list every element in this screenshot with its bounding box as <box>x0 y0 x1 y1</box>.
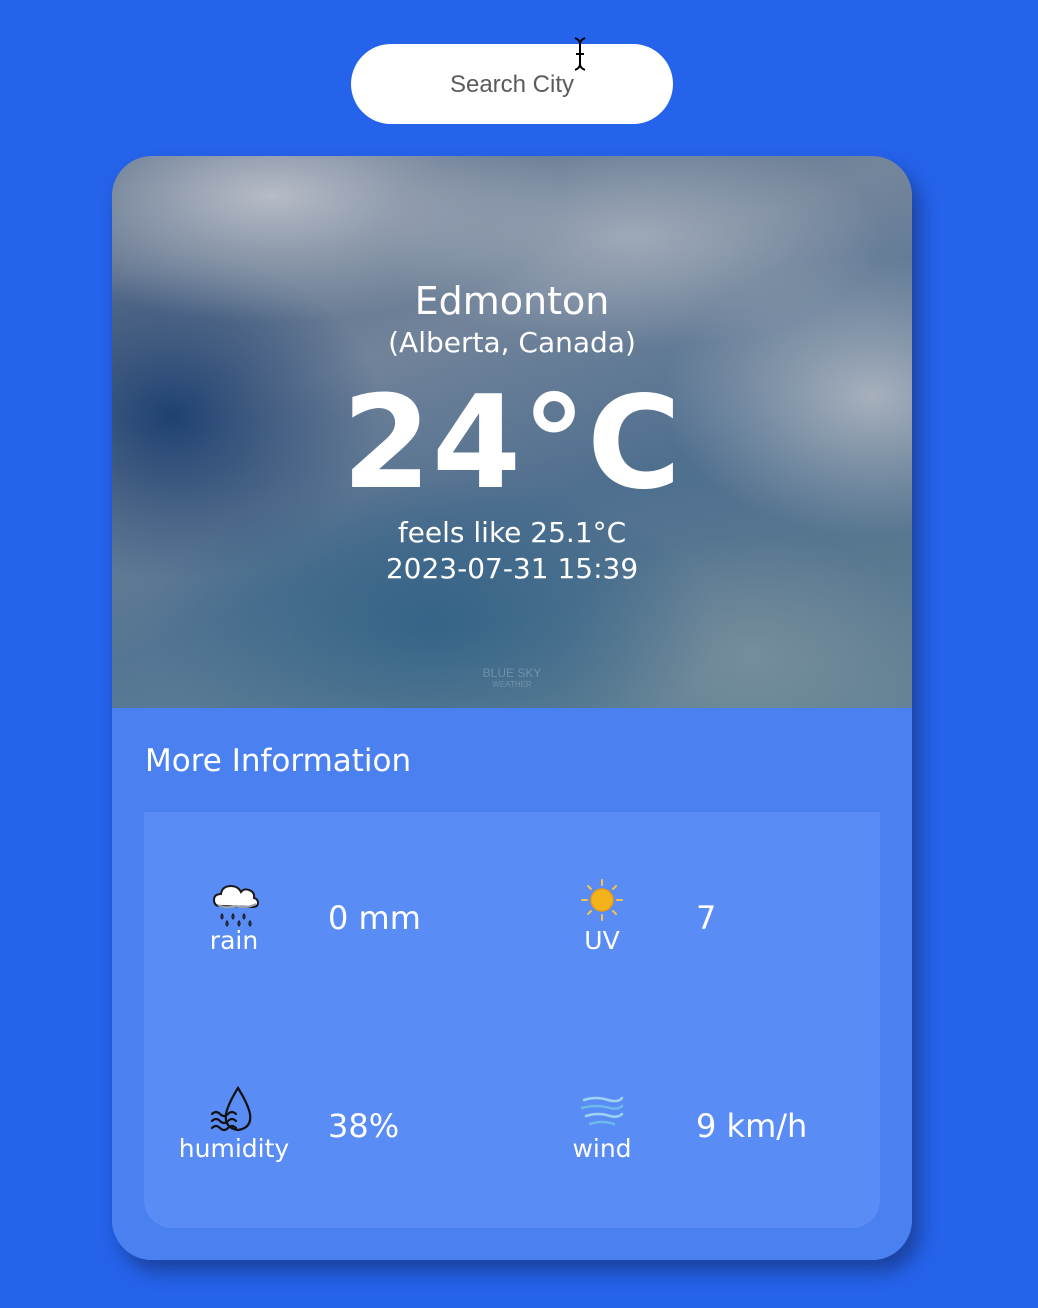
metric-humidity-label: humidity <box>178 1134 290 1163</box>
region-name: (Alberta, Canada) <box>388 326 636 359</box>
water-drop-icon <box>210 1085 252 1132</box>
wind-icon <box>580 1096 624 1126</box>
metric-wind-value: 9 km/h <box>696 1107 808 1145</box>
metric-uv: UV 7 <box>512 876 872 976</box>
more-information-title: More Information <box>145 743 412 779</box>
metric-rain: rain 0 mm <box>144 876 504 976</box>
current-temperature: 24°C <box>341 369 683 518</box>
hero-watermark: BLUE SKY WEATHER <box>462 666 562 689</box>
metrics-panel: rain 0 mm UV 7 humidity 38% wind 9 km/h <box>144 812 880 1228</box>
weather-card: Edmonton (Alberta, Canada) 24°C feels li… <box>112 156 912 1260</box>
observation-datetime: 2023-07-31 15:39 <box>385 552 639 585</box>
rain-cloud-icon <box>212 884 260 927</box>
text-cursor-icon <box>574 37 586 71</box>
metric-rain-value: 0 mm <box>328 899 421 937</box>
search-input[interactable] <box>351 44 673 124</box>
feels-like-temperature: feels like 25.1°C <box>397 516 627 549</box>
city-name: Edmonton <box>414 279 610 323</box>
metric-wind-label: wind <box>572 1134 632 1163</box>
metric-uv-value: 7 <box>696 899 717 937</box>
metric-rain-label: rain <box>209 926 259 955</box>
metric-uv-label: UV <box>584 926 620 955</box>
metric-wind: wind 9 km/h <box>512 1084 872 1184</box>
search-bar[interactable] <box>351 44 673 124</box>
hero-watermark-line-2: WEATHER <box>492 680 532 689</box>
sun-icon <box>581 879 623 921</box>
more-information-section: More Information rain 0 mm UV 7 humidity… <box>112 708 912 1260</box>
metric-humidity: humidity 38% <box>144 1084 504 1184</box>
current-weather-hero: Edmonton (Alberta, Canada) 24°C feels li… <box>112 156 912 708</box>
hero-watermark-line-1: BLUE SKY <box>482 666 542 680</box>
metric-humidity-value: 38% <box>328 1107 400 1145</box>
